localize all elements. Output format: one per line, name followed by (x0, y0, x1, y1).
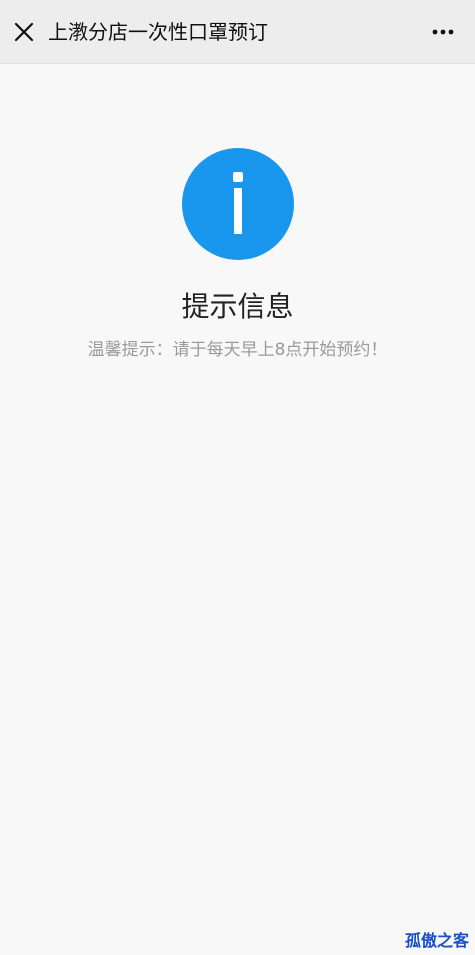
message-heading: 提示信息 (181, 290, 294, 323)
message-area: 提示信息 温馨提示：请于每天早上8点开始预约！ (0, 64, 475, 955)
close-icon (14, 22, 34, 42)
navigation-bar: 上漖分店一次性口罩预订 (0, 0, 475, 64)
message-tip: 温馨提示：请于每天早上8点开始预约！ (87, 340, 388, 360)
more-dots-icon (432, 29, 454, 35)
page-title: 上漖分店一次性口罩预订 (48, 20, 268, 44)
info-icon-dot (233, 172, 243, 182)
close-button[interactable] (10, 18, 38, 46)
info-icon-bar (234, 188, 242, 234)
watermark: 孤傲之客 (404, 931, 469, 950)
info-icon (182, 148, 294, 260)
more-button[interactable] (429, 18, 457, 46)
